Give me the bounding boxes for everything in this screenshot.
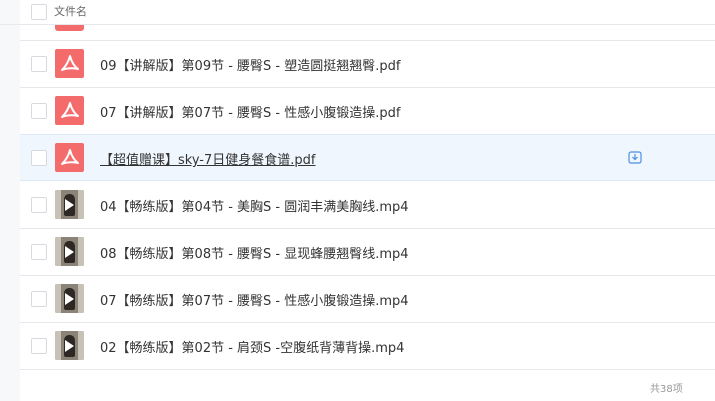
video-thumbnail bbox=[55, 284, 84, 313]
left-panel-edge bbox=[0, 0, 20, 401]
file-name[interactable]: 【超值赠课】sky-7日健身餐食谱.pdf bbox=[100, 149, 315, 168]
row-checkbox[interactable] bbox=[31, 150, 47, 166]
play-icon bbox=[65, 293, 74, 305]
video-thumbnail bbox=[55, 331, 84, 360]
download-icon[interactable] bbox=[628, 150, 642, 164]
partially-visible-pdf-icon bbox=[55, 25, 84, 31]
play-icon bbox=[65, 246, 74, 258]
play-icon bbox=[65, 340, 74, 352]
file-row[interactable]: 04【畅练版】第04节 - 美胸S - 圆润丰满美胸线.mp4 bbox=[20, 182, 715, 229]
file-row[interactable]: 07【畅练版】第07节 - 腰臀S - 性感小腹锻造操.mp4 bbox=[20, 276, 715, 323]
file-name[interactable]: 08【畅练版】第08节 - 腰臀S - 显现蜂腰翘臀线.mp4 bbox=[100, 243, 409, 262]
select-all-checkbox[interactable] bbox=[31, 4, 47, 20]
play-icon bbox=[65, 199, 74, 211]
file-row-hovered[interactable]: 【超值赠课】sky-7日健身餐食谱.pdf bbox=[20, 134, 715, 181]
file-name[interactable]: 02【畅练版】第02节 - 肩颈S -空腹纸背薄背操.mp4 bbox=[100, 337, 404, 356]
row-checkbox[interactable] bbox=[31, 56, 47, 72]
file-name[interactable]: 07【讲解版】第07节 - 腰臀S - 性感小腹锻造操.pdf bbox=[100, 102, 400, 121]
row-checkbox[interactable] bbox=[31, 244, 47, 260]
pdf-icon bbox=[55, 143, 84, 172]
file-name[interactable]: 07【畅练版】第07节 - 腰臀S - 性感小腹锻造操.mp4 bbox=[100, 290, 409, 309]
file-name[interactable]: 04【畅练版】第04节 - 美胸S - 圆润丰满美胸线.mp4 bbox=[100, 196, 409, 215]
pdf-icon bbox=[55, 49, 84, 78]
item-count: 共38项 bbox=[650, 384, 683, 395]
file-row[interactable]: 02【畅练版】第02节 - 肩颈S -空腹纸背薄背操.mp4 bbox=[20, 323, 715, 370]
file-row[interactable]: 07【讲解版】第07节 - 腰臀S - 性感小腹锻造操.pdf bbox=[20, 88, 715, 135]
video-thumbnail bbox=[55, 237, 84, 266]
pdf-icon bbox=[55, 96, 84, 125]
video-thumbnail bbox=[55, 190, 84, 219]
row-checkbox[interactable] bbox=[31, 197, 47, 213]
file-row[interactable]: 09【讲解版】第09节 - 腰臀S - 塑造圆挺翘翘臀.pdf bbox=[20, 41, 715, 88]
column-header-filename[interactable]: 文件名 bbox=[54, 3, 87, 19]
row-checkbox[interactable] bbox=[31, 103, 47, 119]
row-checkbox[interactable] bbox=[31, 291, 47, 307]
list-header: 文件名 bbox=[0, 0, 715, 25]
file-row[interactable]: 08【畅练版】第08节 - 腰臀S - 显现蜂腰翘臀线.mp4 bbox=[20, 229, 715, 276]
file-name[interactable]: 09【讲解版】第09节 - 腰臀S - 塑造圆挺翘翘臀.pdf bbox=[100, 55, 400, 74]
row-checkbox[interactable] bbox=[31, 338, 47, 354]
